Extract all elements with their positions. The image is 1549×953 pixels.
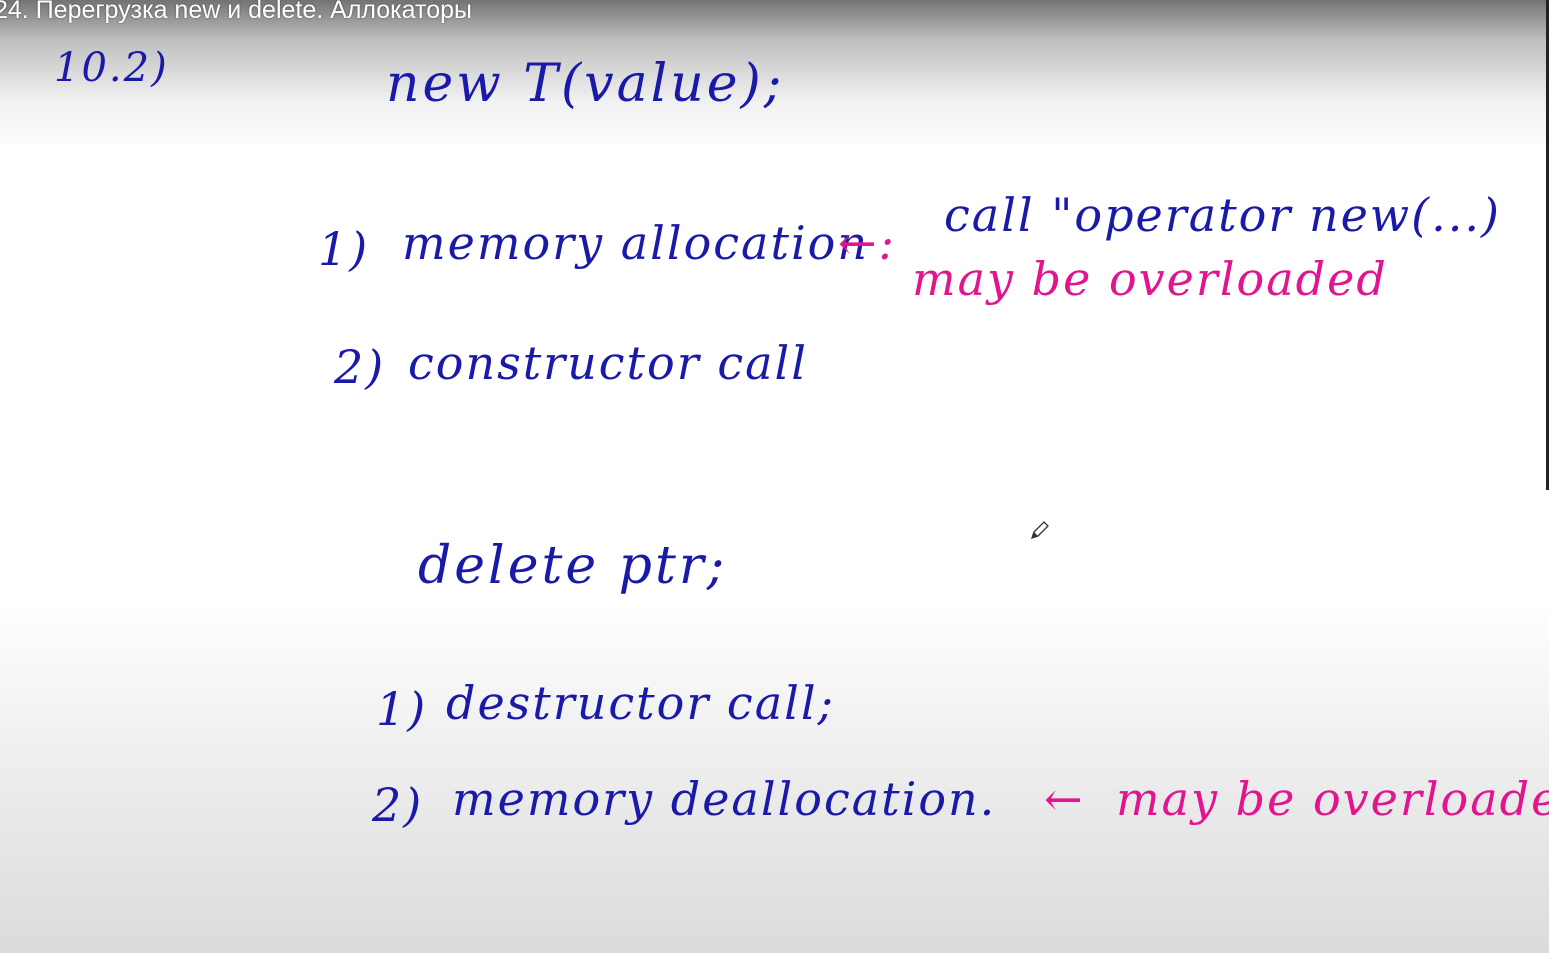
delete-expression: delete ptr; bbox=[418, 536, 728, 596]
delete-step-1-text: destructor call; bbox=[446, 676, 836, 730]
new-arrow: ←: bbox=[838, 216, 897, 270]
new-step-2-number: 2) bbox=[334, 340, 386, 394]
delete-step-1-number: 1) bbox=[376, 682, 428, 736]
video-title[interactable]: 24. Перегрузка new и delete. Аллокаторы bbox=[0, 0, 472, 25]
section-number: 10.2) bbox=[54, 45, 169, 91]
pen-cursor-icon bbox=[1030, 521, 1049, 540]
whiteboard-video-frame: 24. Перегрузка new и delete. Аллокаторы … bbox=[0, 0, 1549, 953]
new-step-1-text: memory allocation bbox=[402, 216, 870, 270]
new-expression: new T(value); bbox=[386, 54, 785, 114]
new-step-1-number: 1) bbox=[318, 222, 370, 276]
new-overload-note: may be overloaded bbox=[912, 252, 1388, 306]
delete-overload-note: may be overloaded bbox=[1116, 772, 1549, 826]
delete-step-2-text: memory deallocation. bbox=[452, 772, 997, 826]
new-call-operator: call "operator new(...) bbox=[944, 188, 1501, 242]
new-step-2-text: constructor call bbox=[408, 336, 808, 390]
delete-step-2-number: 2) bbox=[372, 778, 424, 832]
delete-arrow: ← bbox=[1044, 772, 1085, 826]
